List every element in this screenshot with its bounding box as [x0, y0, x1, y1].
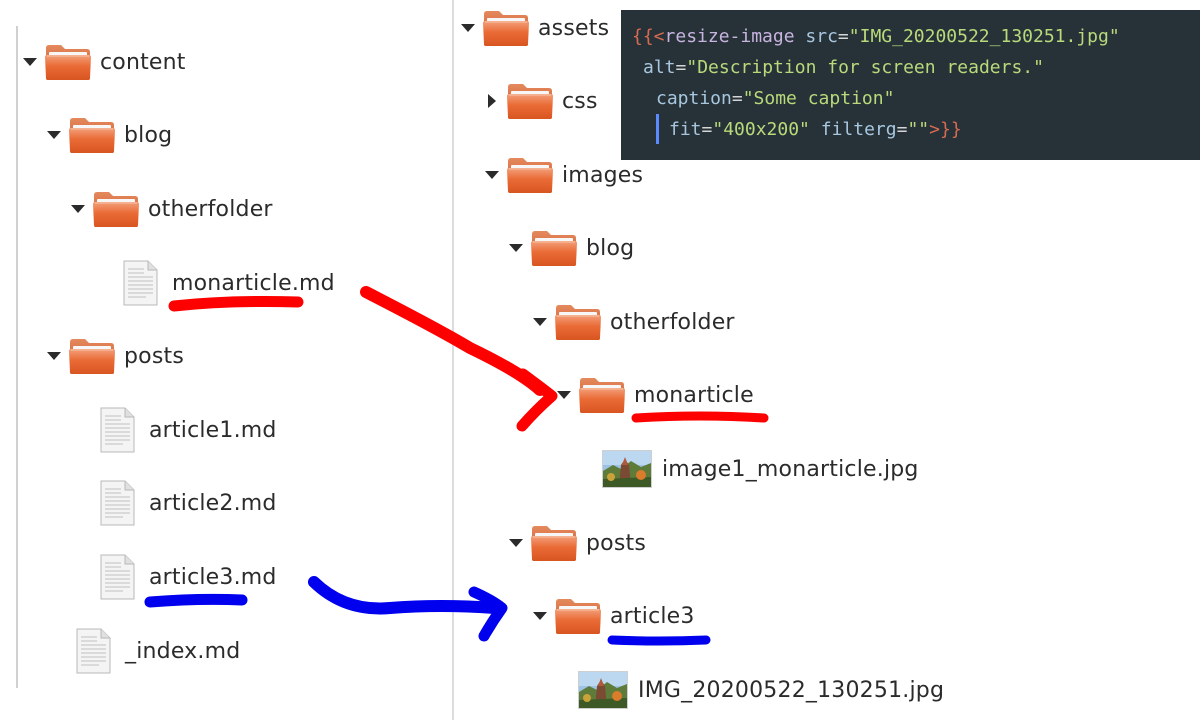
text-file-icon — [120, 259, 160, 307]
code-line-3: caption="Some caption" — [656, 84, 894, 114]
folder-icon — [44, 42, 92, 82]
folder-icon — [530, 228, 578, 268]
triangle-down-icon[interactable] — [70, 201, 86, 217]
folder-icon — [68, 115, 116, 155]
triangle-down-icon[interactable] — [460, 20, 476, 36]
src-value: "IMG_20200522_130251.jpg" — [848, 26, 1120, 47]
equals-sign: = — [701, 119, 713, 140]
tree-item-label: article3.md — [149, 564, 277, 590]
filter-attribute: filterg — [820, 119, 897, 140]
tree-item-label: assets — [538, 15, 610, 41]
tree-item-label: blog — [124, 122, 173, 148]
tree-item-label: IMG_20200522_130251.jpg — [638, 677, 945, 703]
tree-item-article3-md[interactable]: article3.md — [97, 547, 277, 607]
triangle-down-icon[interactable] — [46, 348, 62, 364]
triangle-right-icon[interactable] — [484, 93, 500, 109]
tree-item-css[interactable]: css — [484, 71, 598, 131]
tree-item-otherfolder[interactable]: otherfolder — [70, 179, 273, 239]
equals-sign: = — [731, 88, 743, 109]
text-cursor — [656, 114, 659, 144]
image-file-icon — [602, 450, 652, 488]
tree-item-label: otherfolder — [610, 309, 735, 335]
equals-sign: = — [896, 119, 908, 140]
tree-item-label: content — [100, 49, 186, 75]
tree-item-index-md[interactable]: _index.md — [73, 621, 240, 681]
tree-item-label: posts — [586, 530, 646, 556]
folder-icon — [92, 189, 140, 229]
image-file-icon — [578, 671, 628, 709]
tree-item-monarticle-folder[interactable]: monarticle — [556, 365, 754, 425]
tree-item-images-blog[interactable]: blog — [508, 218, 634, 278]
shortcode-name: resize-image — [664, 26, 795, 47]
tree-guide-line — [16, 26, 18, 688]
tree-item-label: blog — [586, 235, 635, 261]
tree-item-label: otherfolder — [148, 196, 273, 222]
caption-attribute: caption — [656, 88, 732, 109]
tree-item-images[interactable]: images — [484, 145, 643, 205]
tree-item-article2-md[interactable]: article2.md — [97, 473, 277, 533]
filter-value: "" — [907, 119, 930, 140]
tree-item-label: images — [562, 162, 644, 188]
tree-item-label: article3 — [610, 603, 695, 629]
text-file-icon — [73, 627, 113, 675]
code-line-4: fit="400x200" filterg="">}} — [669, 115, 962, 145]
pane-divider — [452, 0, 454, 720]
triangle-down-icon[interactable] — [532, 314, 548, 330]
tree-item-posts[interactable]: posts — [46, 326, 184, 386]
tree-item-article3-folder[interactable]: article3 — [532, 586, 695, 646]
triangle-down-icon[interactable] — [46, 127, 62, 143]
folder-icon — [554, 302, 602, 342]
code-line-1: {{<resize-image src="IMG_20200522_130251… — [632, 22, 1120, 52]
shortcode-close: >}} — [929, 119, 962, 140]
alt-attribute: alt — [643, 57, 676, 78]
folder-icon — [506, 155, 554, 195]
tree-item-img-file[interactable]: IMG_20200522_130251.jpg — [578, 660, 944, 720]
folder-icon — [506, 81, 554, 121]
tree-item-images-otherfolder[interactable]: otherfolder — [532, 292, 735, 352]
equals-sign: = — [837, 26, 849, 47]
tree-item-images-posts[interactable]: posts — [508, 513, 646, 573]
triangle-down-icon[interactable] — [22, 54, 38, 70]
folder-icon — [578, 375, 626, 415]
triangle-down-icon[interactable] — [508, 240, 524, 256]
tree-item-label: monarticle — [634, 382, 754, 408]
fit-value: "400x200" — [712, 119, 810, 140]
code-editor-panel[interactable]: {{<resize-image src="IMG_20200522_130251… — [621, 10, 1200, 160]
text-file-icon — [97, 553, 137, 601]
tree-item-label: css — [562, 88, 598, 114]
triangle-down-icon[interactable] — [508, 535, 524, 551]
triangle-down-icon[interactable] — [532, 608, 548, 624]
caption-value: "Some caption" — [742, 88, 895, 109]
tree-item-article1-md[interactable]: article1.md — [97, 400, 277, 460]
tree-item-label: image1_monarticle.jpg — [662, 456, 919, 482]
tree-item-image1-monarticle[interactable]: image1_monarticle.jpg — [602, 439, 919, 499]
tree-item-assets[interactable]: assets — [460, 0, 609, 58]
shortcode-open: {{< — [632, 26, 665, 47]
tree-item-content[interactable]: content — [22, 32, 186, 92]
fit-attribute: fit — [669, 119, 702, 140]
src-attribute: src — [805, 26, 838, 47]
code-line-2: alt="Description for screen readers." — [643, 53, 1044, 83]
tree-item-blog[interactable]: blog — [46, 105, 172, 165]
equals-sign: = — [675, 57, 687, 78]
folder-icon — [68, 336, 116, 376]
triangle-down-icon[interactable] — [556, 387, 572, 403]
triangle-down-icon[interactable] — [484, 167, 500, 183]
folder-icon — [530, 523, 578, 563]
tree-item-monarticle-md[interactable]: monarticle.md — [120, 253, 335, 313]
folder-icon — [482, 8, 530, 48]
tree-item-label: monarticle.md — [172, 270, 335, 296]
text-file-icon — [97, 479, 137, 527]
alt-value: "Description for screen readers." — [686, 57, 1044, 78]
tree-item-label: posts — [124, 343, 184, 369]
tree-item-label: _index.md — [125, 638, 241, 664]
left-file-tree: content blog otherfolder monarticle.md p… — [0, 0, 452, 720]
tree-item-label: article2.md — [149, 490, 277, 516]
folder-icon — [554, 596, 602, 636]
text-file-icon — [97, 406, 137, 454]
tree-item-label: article1.md — [149, 417, 277, 443]
